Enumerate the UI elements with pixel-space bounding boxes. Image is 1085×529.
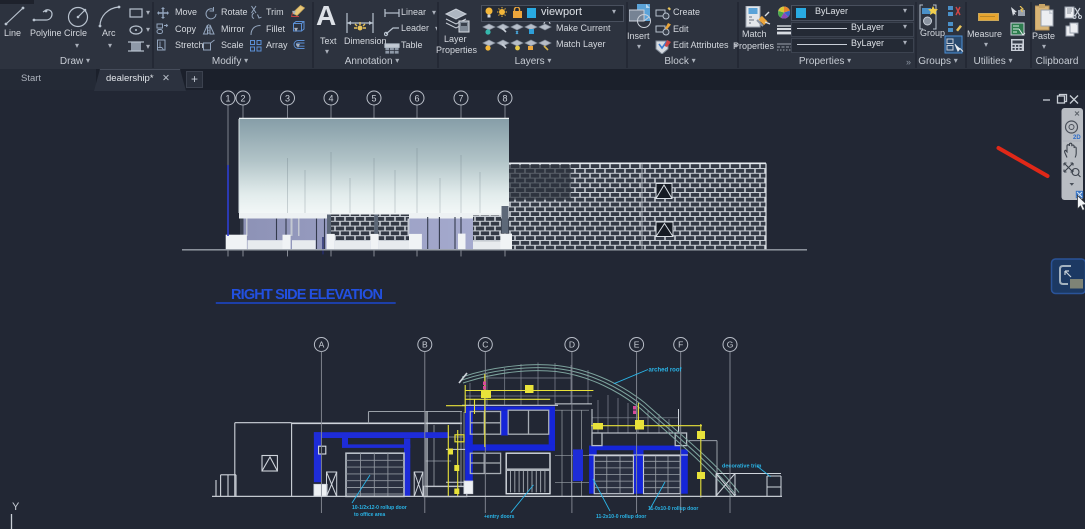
svg-text:7: 7 [458,94,463,104]
svg-text:8: 8 [502,94,507,104]
svg-text:E: E [634,340,640,350]
svg-text:D: D [569,340,575,350]
svg-text:11-2x10-0 rollup door: 11-2x10-0 rollup door [596,514,646,520]
svg-text:2D: 2D [1073,135,1081,141]
svg-text:RIGHT SIDE ELEVATION: RIGHT SIDE ELEVATION [231,287,383,303]
svg-text:decorative trim: decorative trim [722,464,762,470]
svg-text:B: B [422,340,428,350]
svg-text:F: F [678,340,683,350]
svg-text:1: 1 [225,94,230,104]
svg-text:5: 5 [371,94,376,104]
svg-text:6: 6 [414,94,419,104]
svg-text:arched roof: arched roof [649,368,683,374]
svg-text:G: G [727,340,734,350]
svg-text:to office area: to office area [354,512,385,518]
svg-text:Y: Y [12,501,20,513]
svg-text:A: A [319,340,325,350]
svg-text:C: C [482,340,488,350]
svg-text:+entry doors: +entry doors [484,514,515,520]
svg-text:11-0x10-0 rollup door: 11-0x10-0 rollup door [648,506,698,512]
svg-text:3: 3 [285,94,290,104]
svg-text:2: 2 [240,94,245,104]
svg-text:4: 4 [328,94,333,104]
svg-text:10-1/2x12-0 rollup door: 10-1/2x12-0 rollup door [352,505,407,511]
